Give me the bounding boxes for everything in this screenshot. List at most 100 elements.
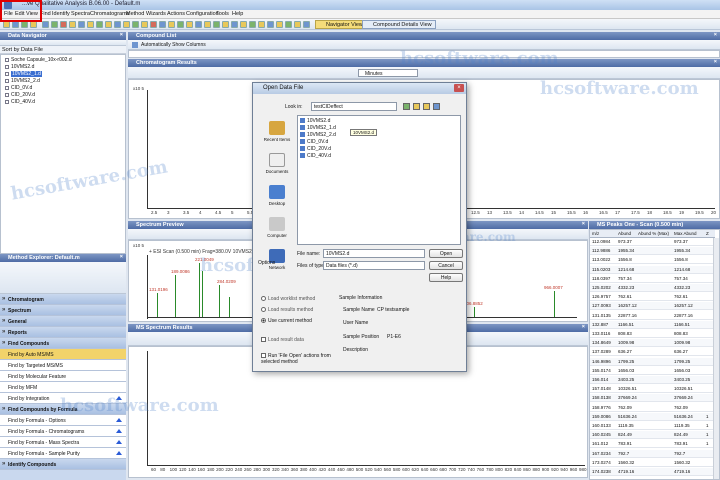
open-button[interactable]: Open [429,249,463,258]
menu-spectra[interactable]: Spectra [71,11,90,17]
table-row[interactable]: 112.9886 1955.34 1955.34 [590,247,715,256]
table-row[interactable]: 174.0238 4719.16 4719.16 [590,468,715,476]
radio-use-current[interactable]: Use current method [261,318,312,324]
table-row[interactable]: 158.9776 762.09 762.09 [590,404,715,412]
section-identify-compounds[interactable]: » Identify Compounds [0,459,126,470]
look-in-dropdown[interactable]: testCIDeffect [311,102,397,111]
find-icon[interactable] [69,21,76,28]
section-general[interactable]: » General [0,316,126,327]
table-row[interactable]: 112.0984 973.37 973.37 [590,238,715,246]
section-spectrum[interactable]: » Spectrum [0,305,126,316]
data-file-item[interactable]: CID_40V.d [5,99,35,105]
table-row[interactable]: 156.014 3403.25 3403.25 [590,376,715,384]
data-file-item[interactable]: CID_0V.d [5,85,32,91]
find-by-mfm[interactable]: Find by MFM [0,382,126,393]
up-folder-icon[interactable] [413,103,420,110]
data-file-item[interactable]: Soche Capsule_10x-r002.d [5,57,72,63]
layout-icon[interactable] [123,21,130,28]
new-folder-icon[interactable] [423,103,430,110]
find-by-integration[interactable]: Find by Integration [0,393,126,404]
close-icon[interactable]: × [582,221,585,227]
close-icon[interactable]: × [714,32,717,38]
extract-icon[interactable] [186,21,193,28]
file-item[interactable]: 10VMS2_2.d [300,132,336,138]
undo-icon[interactable] [30,21,37,28]
navigator-view-button[interactable]: Navigator View [315,20,367,29]
library-icon[interactable] [195,21,202,28]
section-reports[interactable]: » Reports [0,327,126,338]
delete-icon[interactable] [150,21,157,28]
layout-save-icon[interactable] [222,21,229,28]
about-icon[interactable] [276,21,283,28]
menu-tools[interactable]: Tools [216,11,229,17]
find-by-molecular-feature[interactable]: Find by Molecular Feature [0,371,126,382]
sort-dropdown[interactable]: Sort by Data File [0,46,126,54]
overlay-icon[interactable] [141,21,148,28]
column-header[interactable]: m/z [592,231,599,236]
stop-icon[interactable] [60,21,67,28]
pin-icon[interactable] [294,21,301,28]
data-file-item[interactable]: CID_20V.d [5,92,35,98]
run-icon[interactable] [51,21,58,28]
close-icon[interactable]: × [120,32,123,38]
section-find-by-formula[interactable]: » Find Compounds by Formula [0,404,126,415]
spectrum-icon[interactable] [96,21,103,28]
table-row[interactable]: 133.0116 808.83 808.83 [590,330,715,338]
table-row[interactable]: 134.8649 1009.98 1009.98 [590,339,715,348]
radio-load-results[interactable]: Load results method [261,307,313,313]
save-icon[interactable] [12,21,19,28]
data-file-item-selected[interactable]: 10VMS2_1.d [5,71,42,77]
load-result-data-checkbox[interactable]: Load result data [261,337,304,343]
column-header[interactable]: Abund [618,231,631,236]
file-item[interactable]: CID_0V.d [300,139,328,145]
table-row[interactable]: 126.9757 762.61 762.61 [590,293,715,302]
find-by-targeted-msms[interactable]: Find by Targeted MS/MS [0,360,126,371]
table-row[interactable]: 115.0203 1214.68 1214.68 [590,265,715,274]
column-header[interactable]: Abund % (Max) [638,231,669,236]
close-icon[interactable]: × [714,59,717,65]
menu-configuration[interactable]: Configuration [186,11,219,17]
graph-icon[interactable] [240,21,247,28]
reprocess-icon[interactable] [285,21,292,28]
chromatogram-icon[interactable] [87,21,94,28]
find-by-formula-chromatograms[interactable]: Find by Formula - Chromatograms [0,426,126,437]
open-icon[interactable] [3,21,10,28]
menu-help[interactable]: Help [232,11,243,17]
files-of-type-dropdown[interactable]: Data files (*.d) [323,261,425,270]
help-icon[interactable] [267,21,274,28]
find-by-formula-mass-spectra[interactable]: Find by Formula - Mass Spectra [0,437,126,448]
formula-icon[interactable] [204,21,211,28]
table-row[interactable]: 127.0093 16257.12 16257.12 [590,302,715,311]
integrate-icon[interactable] [177,21,184,28]
menu-actions[interactable]: Actions [167,11,185,17]
table-row[interactable]: 118.0397 757.34 757.34 [590,275,715,283]
view-menu-icon[interactable] [433,103,440,110]
table-row[interactable]: 131.0135 22877.16 22877.16 [590,312,715,320]
data-file-item[interactable]: 10VMS2_2.d [5,78,40,84]
back-icon[interactable] [403,103,410,110]
place-desktop[interactable]: Desktop [258,185,296,206]
menu-identify[interactable]: Identify [52,11,70,17]
radio-load-worklist[interactable]: Load worklist method [261,296,315,302]
table-row[interactable]: 160.0245 824.49 824.49 1 [590,431,715,440]
zoom-icon[interactable] [159,21,166,28]
file-item[interactable]: CID_20V.d [300,146,331,152]
table-row[interactable]: 146.9896 1799.25 1799.25 [590,357,715,366]
file-item[interactable]: CID_40V.d [300,153,331,159]
place-computer[interactable]: Computer [258,217,296,238]
table-icon[interactable] [231,21,238,28]
table-row[interactable]: 125.0202 4332.23 4332.23 [590,284,715,292]
section-find-compounds[interactable]: » Find Compounds [0,338,126,349]
menu-wizards[interactable]: Wizards [146,11,166,17]
overlay-spectra-icon[interactable] [258,21,265,28]
section-chromatogram[interactable]: » Chromatogram [0,294,126,305]
autoscale-icon[interactable] [168,21,175,28]
table-row[interactable]: 113.0022 1556.8 1556.8 [590,256,715,265]
menu-method[interactable]: Method [126,11,144,17]
run-actions-checkbox[interactable]: Run 'File Open' actions from selected me… [261,353,333,365]
print-icon[interactable] [21,21,28,28]
table-row[interactable]: 158.0138 37669.24 37669.24 [590,394,715,403]
table-row[interactable]: 173.0274 1560.32 1560.32 [590,459,715,467]
report-icon[interactable] [105,21,112,28]
compound-details-view-button[interactable]: Compound Details View [362,20,436,29]
